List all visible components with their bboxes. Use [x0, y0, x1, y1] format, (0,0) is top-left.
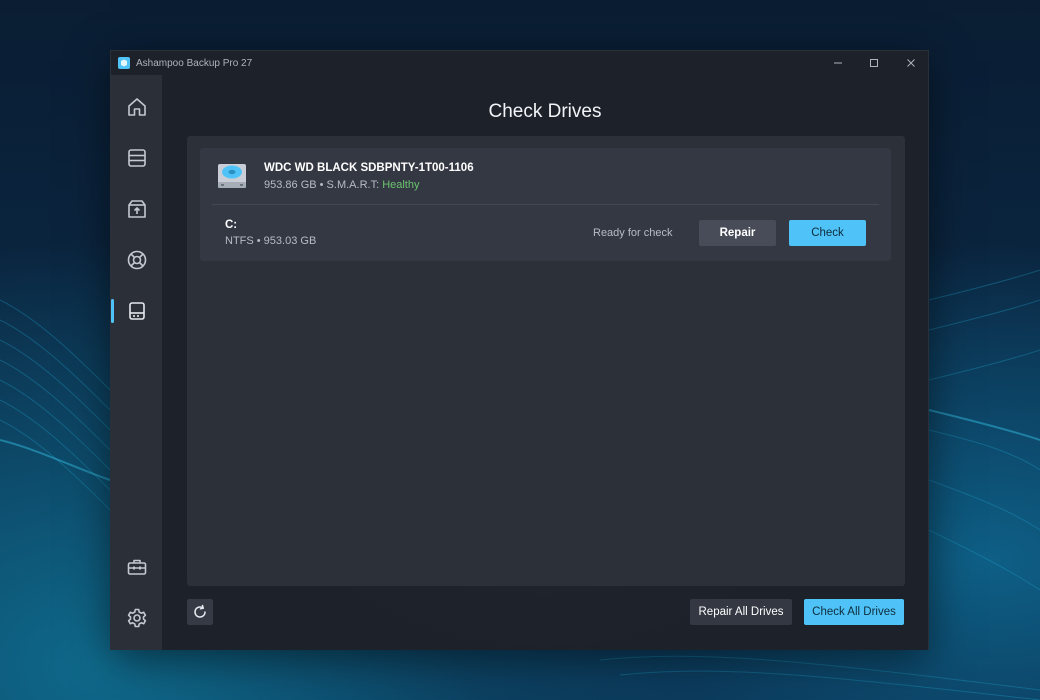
sidebar-item-restore[interactable]: [111, 187, 162, 231]
app-window: Ashampoo Backup Pro 27 Check Drives WDC …: [110, 50, 929, 650]
title-bar: Ashampoo Backup Pro 27: [111, 51, 928, 75]
page-title: Check Drives: [488, 101, 602, 122]
maximize-icon: [870, 59, 878, 67]
drives-panel: WDC WD BLACK SDBPNTY-1T00-1106 953.86 GB…: [187, 136, 905, 586]
gear-icon: [127, 608, 146, 628]
smart-status-badge: Healthy: [382, 179, 420, 191]
lifebuoy-icon: [127, 250, 146, 270]
check-button[interactable]: Check: [789, 220, 866, 246]
refresh-icon: [194, 604, 206, 618]
partition-status: Ready for check: [593, 227, 673, 239]
box-upload-icon: [127, 200, 146, 218]
drive-size: 953.86 GB • S.M.A.R.T:: [264, 179, 383, 191]
main-content: Check Drives WDC WD BLACK SDBPNTY-1T00-1…: [162, 75, 928, 650]
sidebar: [111, 75, 162, 650]
hard-drive-icon: [218, 164, 246, 188]
home-icon: [127, 98, 146, 116]
toolbox-icon: [127, 559, 146, 575]
refresh-button[interactable]: [187, 599, 213, 625]
drive-card: WDC WD BLACK SDBPNTY-1T00-1106 953.86 GB…: [200, 148, 891, 261]
drive-name: WDC WD BLACK SDBPNTY-1T00-1106: [264, 162, 474, 174]
divider: [212, 204, 879, 205]
minimize-button[interactable]: [820, 51, 856, 75]
sidebar-item-settings[interactable]: [111, 596, 162, 640]
app-logo-icon: [118, 57, 130, 69]
sidebar-item-home[interactable]: [111, 85, 162, 129]
window-title: Ashampoo Backup Pro 27: [136, 57, 253, 69]
minimize-icon: [834, 62, 842, 64]
sidebar-item-tools[interactable]: [111, 545, 162, 589]
partition-info: NTFS • 953.03 GB: [225, 235, 317, 247]
drive-icon: [128, 302, 145, 320]
close-button[interactable]: [893, 51, 929, 75]
check-all-drives-button[interactable]: Check All Drives: [804, 599, 904, 625]
partition-letter: C:: [225, 219, 238, 231]
drive-info: 953.86 GB • S.M.A.R.T: Healthy: [264, 179, 419, 191]
server-stack-icon: [127, 149, 146, 167]
maximize-button[interactable]: [856, 51, 892, 75]
sidebar-item-backups[interactable]: [111, 136, 162, 180]
repair-button[interactable]: Repair: [699, 220, 776, 246]
sidebar-item-check-drives[interactable]: [111, 289, 162, 333]
sidebar-item-rescue[interactable]: [111, 238, 162, 282]
repair-all-drives-button[interactable]: Repair All Drives: [690, 599, 792, 625]
close-icon: [907, 59, 915, 67]
